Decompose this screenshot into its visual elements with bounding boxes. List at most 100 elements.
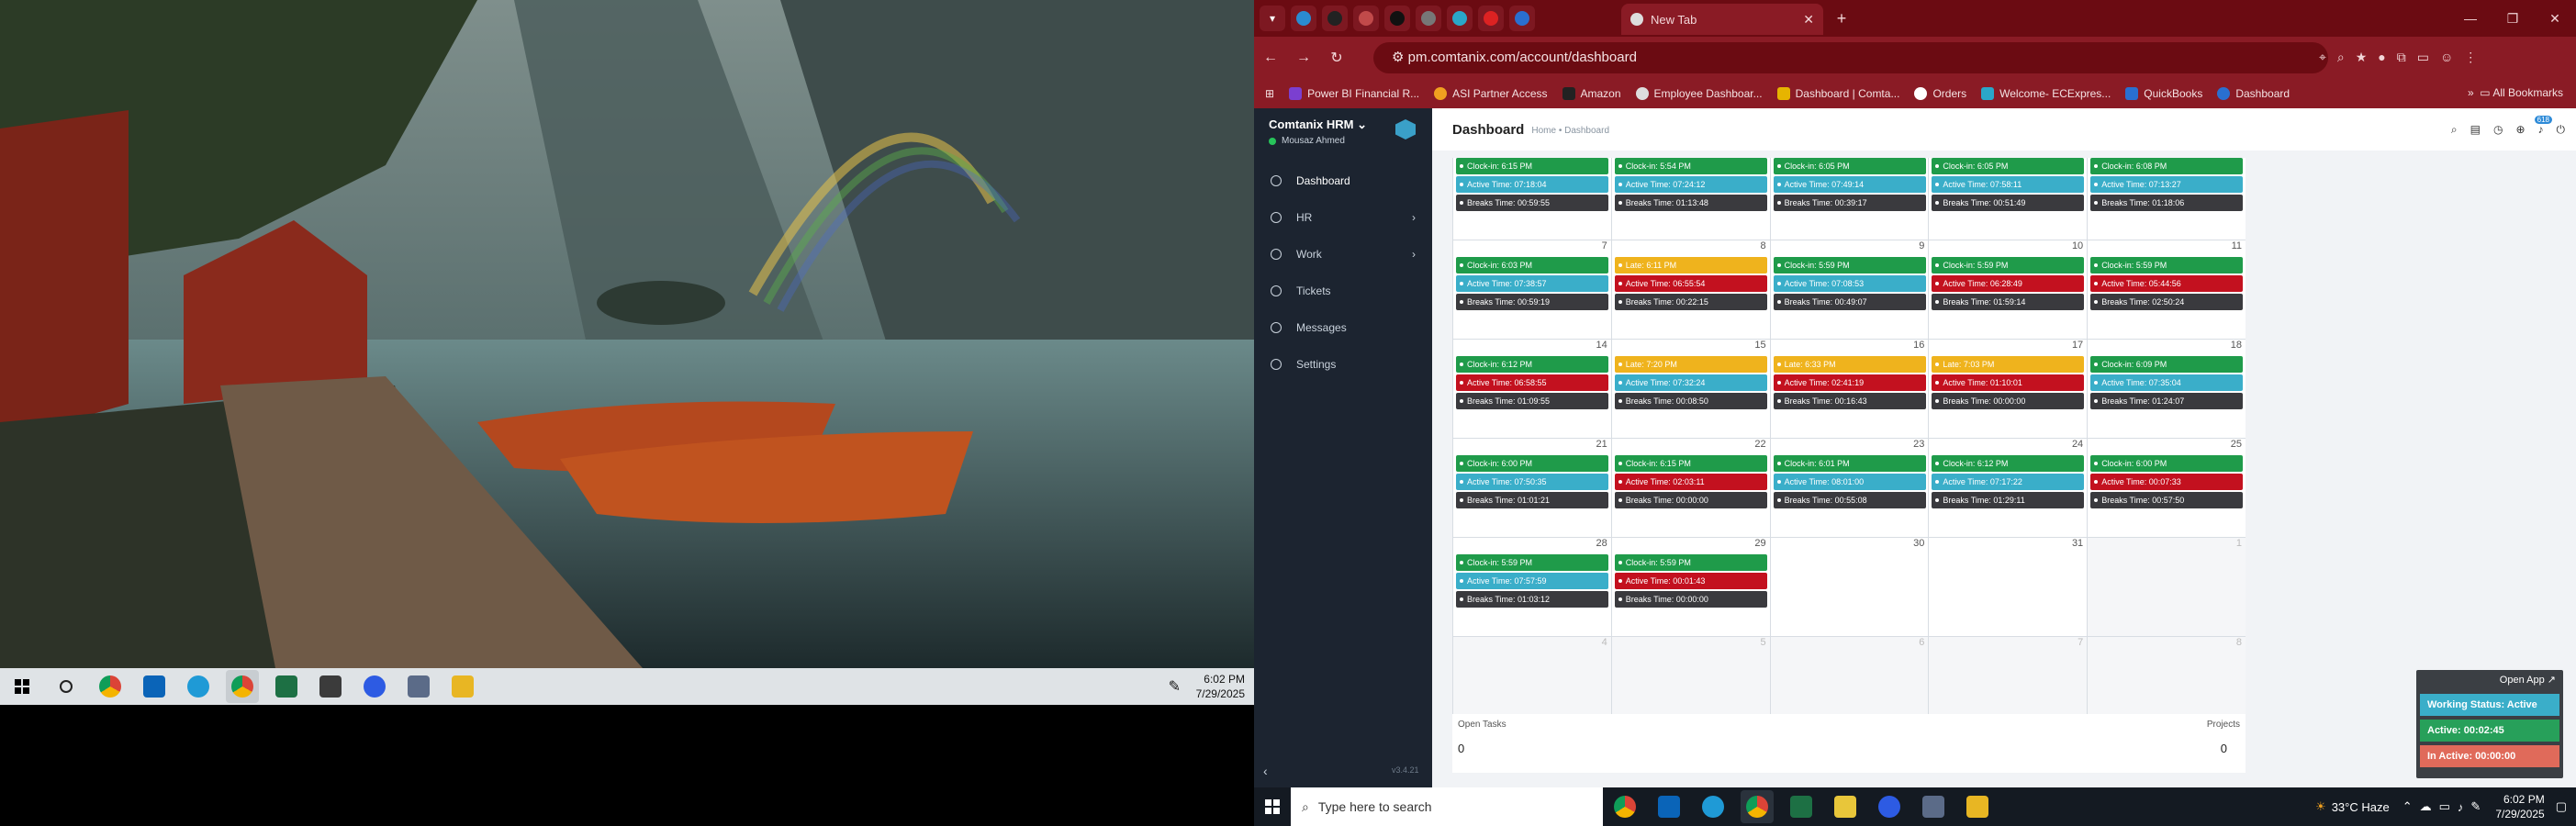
active-time-badge[interactable]: Active Time: 00:01:43 xyxy=(1614,573,1767,589)
calendar-day[interactable]: 17 Late: 7:03 PM Active Time: 01:10:01 Brea… xyxy=(1928,340,2088,438)
active-time-badge[interactable]: Active Time: 07:49:14 xyxy=(1773,176,1926,193)
calendar-day[interactable]: 11 Clock-in: 5:59 PM Active Time: 05:44:56… xyxy=(2087,240,2246,339)
calendar-day[interactable]: Clock-in: 6:05 PM Active Time: 07:49:14 Br… xyxy=(1769,158,1929,240)
clock-in-badge[interactable]: Clock-in: 5:59 PM xyxy=(1456,554,1608,571)
active-time-badge[interactable]: Active Time: 02:41:19 xyxy=(1773,374,1926,391)
break-time-badge[interactable]: Breaks Time: 01:29:11 xyxy=(1932,492,2085,508)
break-time-badge[interactable]: Breaks Time: 00:59:19 xyxy=(1456,294,1608,310)
break-time-badge[interactable]: Breaks Time: 00:00:00 xyxy=(1932,393,2085,409)
right-clock[interactable]: 6:02 PM 7/29/2025 xyxy=(2495,792,2544,821)
clock-in-badge[interactable]: Clock-in: 6:09 PM xyxy=(2090,356,2244,373)
bookmark-dashboard[interactable]: Dashboard xyxy=(2217,87,2290,100)
active-time-badge[interactable]: Active Time: 01:10:01 xyxy=(1932,374,2085,391)
notes-icon[interactable]: ▤ xyxy=(2470,123,2481,137)
active-time-badge[interactable]: Active Time: 02:03:11 xyxy=(1614,474,1767,490)
active-time-badge[interactable]: Active Time: 06:55:54 xyxy=(1614,275,1767,292)
chrome-profile-icon[interactable] xyxy=(1741,790,1774,823)
outlook-icon[interactable] xyxy=(1652,790,1686,823)
calendar-day[interactable]: 23 Clock-in: 6:01 PM Active Time: 08:01:00… xyxy=(1769,439,1929,537)
break-time-badge[interactable]: Breaks Time: 01:13:48 xyxy=(1614,195,1767,211)
sidebar-item-settings[interactable]: Settings xyxy=(1254,346,1432,383)
calendar-day[interactable]: 15 Late: 7:20 PM Active Time: 07:32:24 Brea… xyxy=(1610,340,1770,438)
break-time-badge[interactable]: Breaks Time: 00:49:07 xyxy=(1773,294,1926,310)
calendar-day[interactable]: 25 Clock-in: 6:00 PM Active Time: 00:07:33… xyxy=(2087,439,2246,537)
chrome-icon[interactable] xyxy=(1608,790,1641,823)
break-time-badge[interactable]: Breaks Time: 00:39:17 xyxy=(1773,195,1926,211)
clock-in-badge[interactable]: Clock-in: 5:59 PM xyxy=(1773,257,1926,273)
zoom-icon[interactable] xyxy=(358,670,391,703)
calendar-day[interactable]: 7 Clock-in: 6:03 PM Active Time: 07:38:57 B… xyxy=(1452,240,1611,339)
close-window-icon[interactable]: ✕ xyxy=(2534,0,2576,37)
network-icon[interactable]: ▭ xyxy=(2439,799,2450,814)
tab-favicon-1[interactable] xyxy=(1291,6,1316,31)
calendar-day[interactable]: Clock-in: 5:54 PM Active Time: 07:24:12 Br… xyxy=(1610,158,1770,240)
calendar-day[interactable]: 10 Clock-in: 5:59 PM Active Time: 06:28:49… xyxy=(1928,240,2088,339)
calendar-day[interactable]: 14 Clock-in: 6:12 PM Active Time: 06:58:55… xyxy=(1452,340,1611,438)
volume-icon[interactable]: ♪ xyxy=(2458,800,2464,814)
active-time-badge[interactable]: Active Time: 07:17:22 xyxy=(1932,474,2085,490)
sidebar-item-tickets[interactable]: Tickets xyxy=(1254,273,1432,309)
sticky-notes-icon[interactable] xyxy=(1829,790,1862,823)
active-time-badge[interactable]: Active Time: 06:58:55 xyxy=(1456,374,1608,391)
active-time-badge[interactable]: Active Time: 07:24:12 xyxy=(1614,176,1767,193)
clock-in-badge[interactable]: Late: 6:11 PM xyxy=(1614,257,1767,273)
menu-kebab-icon[interactable]: ⋮ xyxy=(2464,50,2477,65)
break-time-badge[interactable]: Breaks Time: 00:08:50 xyxy=(1614,393,1767,409)
active-time-badge[interactable]: Active Time: 07:08:53 xyxy=(1773,275,1926,292)
active-time-badge[interactable]: Active Time: 06:28:49 xyxy=(1932,275,2085,292)
break-time-badge[interactable]: Breaks Time: 01:01:21 xyxy=(1456,492,1608,508)
active-time-badge[interactable]: Active Time: 07:38:57 xyxy=(1456,275,1608,292)
break-time-badge[interactable]: Breaks Time: 00:16:43 xyxy=(1773,393,1926,409)
clock-in-badge[interactable]: Clock-in: 6:05 PM xyxy=(1773,158,1926,174)
active-time-badge[interactable]: Active Time: 07:50:35 xyxy=(1456,474,1608,490)
breadcrumb[interactable]: Home • Dashboard xyxy=(1531,126,1609,136)
clock-in-badge[interactable]: Clock-in: 6:12 PM xyxy=(1932,455,2085,472)
tab-favicon-5[interactable] xyxy=(1416,6,1441,31)
add-icon[interactable]: ⊕ xyxy=(2515,123,2525,137)
forward-icon[interactable]: → xyxy=(1287,50,1320,66)
calendar-day[interactable]: 21 Clock-in: 6:00 PM Active Time: 07:50:35… xyxy=(1452,439,1611,537)
clock-in-badge[interactable]: Late: 7:03 PM xyxy=(1932,356,2085,373)
power-icon[interactable]: ⏻ xyxy=(2557,123,2566,137)
bookmark-star-icon[interactable]: ★ xyxy=(2356,50,2368,65)
calendar-day[interactable]: 1 xyxy=(2087,538,2246,636)
active-time-badge[interactable]: Active Time: 07:58:11 xyxy=(1932,176,2085,193)
clock-in-badge[interactable]: Clock-in: 6:15 PM xyxy=(1456,158,1608,174)
weather-text[interactable]: 33°C Haze xyxy=(2332,800,2390,814)
clock-in-badge[interactable]: Clock-in: 6:01 PM xyxy=(1773,455,1926,472)
outlook-icon[interactable] xyxy=(138,670,171,703)
tab-favicon-4[interactable] xyxy=(1384,6,1410,31)
back-icon[interactable]: ← xyxy=(1254,50,1287,66)
calendar-day[interactable]: 30 xyxy=(1769,538,1929,636)
pen-icon[interactable]: ✎ xyxy=(2470,799,2481,814)
break-time-badge[interactable]: Breaks Time: 01:24:07 xyxy=(2090,393,2244,409)
clock-in-badge[interactable]: Clock-in: 5:59 PM xyxy=(2090,257,2244,273)
tab-search-icon[interactable]: ▾ xyxy=(1260,6,1285,31)
edge-icon[interactable] xyxy=(1697,790,1730,823)
notification-center-icon[interactable]: ▢ xyxy=(2556,799,2567,814)
file-explorer-icon[interactable] xyxy=(1961,790,1994,823)
clock-in-badge[interactable]: Clock-in: 5:54 PM xyxy=(1614,158,1767,174)
bookmark-dashboard-comtanix[interactable]: Dashboard | Comta... xyxy=(1776,87,1899,100)
bell-icon[interactable]: ♪ xyxy=(2538,123,2544,137)
left-clock[interactable]: 6:02 PM 7/29/2025 xyxy=(1196,672,1245,701)
zoom-icon[interactable]: ⌕ xyxy=(2337,50,2345,65)
bookmark-asi[interactable]: ASI Partner Access xyxy=(1434,87,1548,100)
url-field[interactable]: ⚙ pm.comtanix.com/account/dashboard xyxy=(1373,42,2328,73)
bookmark-employee-dashboard[interactable]: Employee Dashboar... xyxy=(1635,87,1763,100)
calendar-day[interactable]: 31 xyxy=(1928,538,2088,636)
site-info-icon[interactable]: ⚙ xyxy=(1392,50,1408,65)
break-time-badge[interactable]: Breaks Time: 02:50:24 xyxy=(2090,294,2244,310)
zoom-icon[interactable] xyxy=(1873,790,1906,823)
calendar-day[interactable]: 16 Late: 6:33 PM Active Time: 02:41:19 Brea… xyxy=(1769,340,1929,438)
tab-new-tab[interactable]: New Tab ✕ xyxy=(1621,4,1823,35)
calendar-day[interactable]: 18 Clock-in: 6:09 PM Active Time: 07:35:04… xyxy=(2087,340,2246,438)
break-time-badge[interactable]: Breaks Time: 00:00:00 xyxy=(1614,591,1767,608)
tab-close-icon[interactable]: ✕ xyxy=(1803,12,1814,28)
break-time-badge[interactable]: Breaks Time: 00:51:49 xyxy=(1932,195,2085,211)
tray-chevron-icon[interactable]: ⌃ xyxy=(2402,799,2413,814)
bookmark-powerbi[interactable]: Power BI Financial R... xyxy=(1289,87,1419,100)
break-time-badge[interactable]: Breaks Time: 00:59:55 xyxy=(1456,195,1608,211)
collapse-sidebar-icon[interactable]: ‹ xyxy=(1263,764,1268,778)
minimize-icon[interactable]: — xyxy=(2449,0,2492,37)
